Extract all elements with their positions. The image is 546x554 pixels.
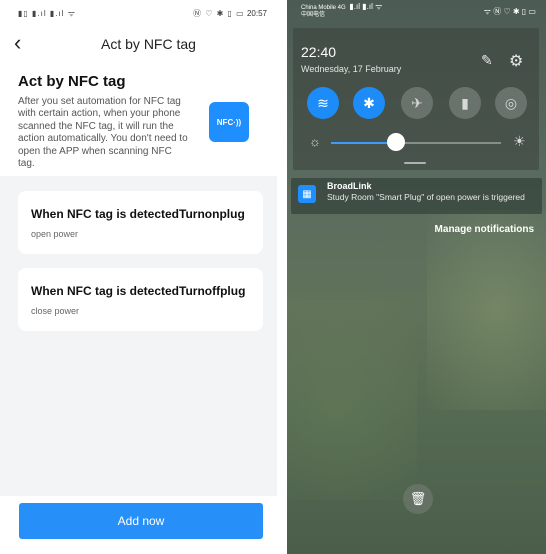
intro-heading: Act by NFC tag	[18, 73, 126, 90]
left-status-icons-left: ▮▯ ▮.ıl ▮.ıl ᯤ	[18, 8, 77, 18]
left-status-right: Ⓝ ♡ ✱ ▯ ▭ 20:57	[193, 8, 267, 19]
wallpaper-highlight	[287, 300, 417, 500]
add-now-button[interactable]: Add now	[19, 503, 263, 539]
carrier-signal-icons: ▮.ıl ▮.ıl ᯤ	[349, 2, 383, 11]
page-header: ‹ Act by NFC tag	[0, 26, 277, 62]
carrier-info: China Mobile 4G ▮.ıl ▮.ıl ᯤ 中国电信	[301, 3, 382, 19]
settings-gear-icon[interactable]: ⚙	[509, 51, 523, 71]
brightness-slider-handle[interactable]	[386, 133, 405, 151]
brightness-slider-fill	[331, 142, 396, 144]
automation-card-subtitle: close power	[31, 306, 80, 316]
automation-card-title: When NFC tag is detectedTurnonplug	[31, 207, 245, 221]
brightness-low-icon: ☼	[309, 134, 321, 149]
intro-description: After you set automation for NFC tag wit…	[18, 96, 188, 170]
left-status-icons-right: Ⓝ ♡ ✱ ▯ ▭	[193, 8, 245, 18]
automation-card-title: When NFC tag is detectedTurnoffplug	[31, 284, 246, 298]
hotspot-toggle-icon[interactable]: ◎	[495, 87, 527, 119]
intro-section: Act by NFC tag After you set automation …	[0, 62, 277, 176]
clock-date: Wednesday, 17 February	[301, 64, 402, 74]
airplane-mode-toggle-icon[interactable]: ✈	[401, 87, 433, 119]
clear-notifications-trash-icon[interactable]: 🗑	[403, 484, 433, 514]
right-status-icons: ᯤ Ⓝ ♡ ✱ ▯ ▭	[483, 6, 536, 16]
notification-card[interactable]: ▦ BroadLink Study Room "Smart Plug" of o…	[291, 178, 542, 214]
wifi-toggle-icon[interactable]: ≋	[307, 87, 339, 119]
carrier-line-1: China Mobile 4G	[301, 5, 346, 11]
manage-notifications-link[interactable]: Manage notifications	[435, 224, 534, 235]
nfc-icon: NFC·))	[209, 102, 249, 142]
broadlink-app-icon: ▦	[298, 185, 316, 203]
brightness-high-icon: ☀	[513, 133, 526, 149]
edit-icon[interactable]: ✎	[481, 52, 493, 69]
screenshot-stage: ▮▯ ▮.ıl ▮.ıl ᯤ Ⓝ ♡ ✱ ▯ ▭ 20:57 ‹ Act by …	[0, 0, 546, 554]
panel-drag-handle[interactable]	[404, 162, 426, 164]
left-phone-screen: ▮▯ ▮.ıl ▮.ıl ᯤ Ⓝ ♡ ✱ ▯ ▭ 20:57 ‹ Act by …	[0, 0, 277, 554]
automation-card-turn-on[interactable]: When NFC tag is detectedTurnonplug open …	[18, 191, 263, 254]
automation-card-turn-off[interactable]: When NFC tag is detectedTurnoffplug clos…	[18, 268, 263, 331]
notification-message: Study Room "Smart Plug" of open power is…	[327, 192, 525, 202]
carrier-line-2: 中国电信	[301, 12, 326, 18]
left-status-bar: ▮▯ ▮.ıl ▮.ıl ᯤ Ⓝ ♡ ✱ ▯ ▭ 20:57	[0, 0, 277, 26]
flashlight-toggle-icon[interactable]: ▮	[449, 87, 481, 119]
left-status-time: 20:57	[246, 8, 267, 18]
brightness-slider[interactable]	[331, 142, 501, 144]
notification-app-name: BroadLink	[327, 181, 372, 191]
right-phone-screen: China Mobile 4G ▮.ıl ▮.ıl ᯤ 中国电信 ᯤ Ⓝ ♡ ✱…	[287, 0, 546, 554]
clock-time: 22:40	[301, 44, 337, 60]
page-title: Act by NFC tag	[101, 36, 196, 52]
bluetooth-toggle-icon[interactable]: ✱	[353, 87, 385, 119]
wallpaper-highlight	[427, 210, 546, 410]
automation-card-subtitle: open power	[31, 229, 79, 239]
right-status-bar: China Mobile 4G ▮.ıl ▮.ıl ᯤ 中国电信 ᯤ Ⓝ ♡ ✱…	[287, 0, 546, 22]
